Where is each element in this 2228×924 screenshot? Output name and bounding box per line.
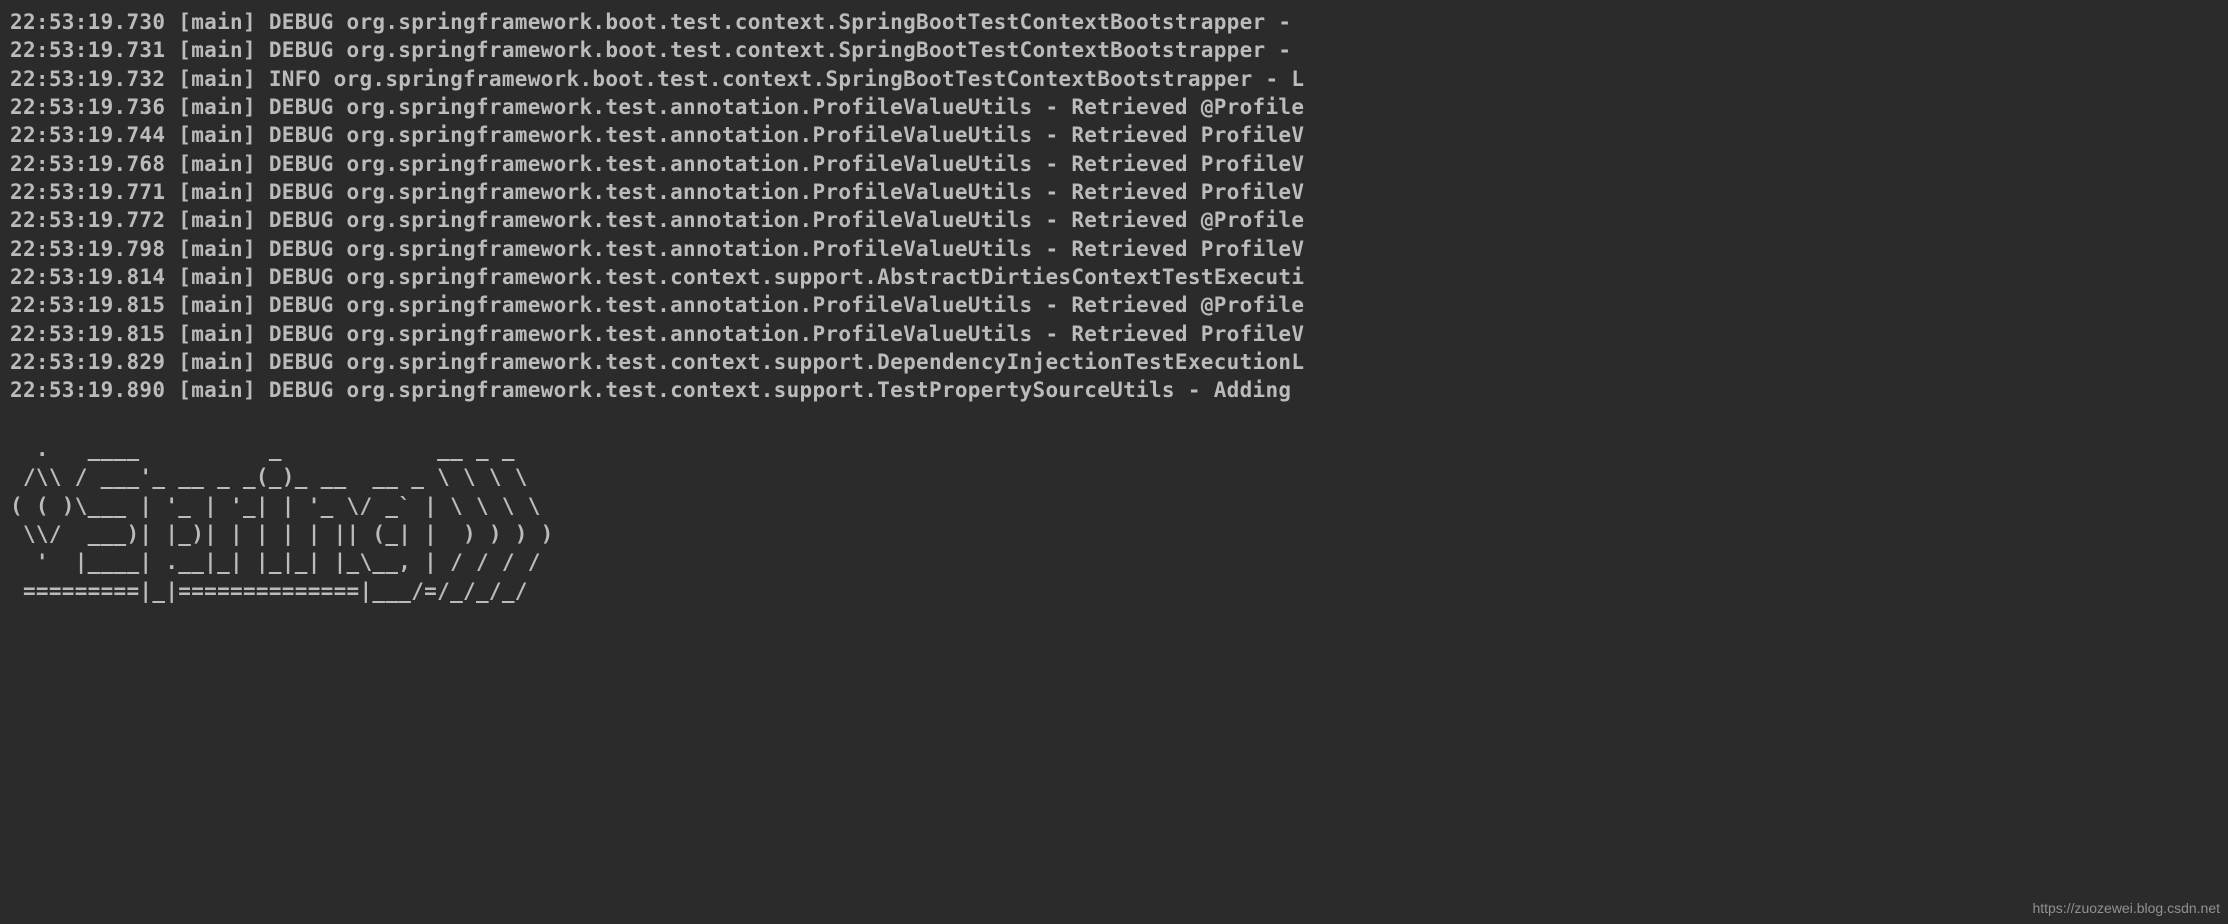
log-line: 22:53:19.890 [main] DEBUG org.springfram… — [10, 376, 2218, 404]
log-line: 22:53:19.814 [main] DEBUG org.springfram… — [10, 263, 2218, 291]
watermark-url: https://zuozewei.blog.csdn.net — [2032, 899, 2220, 918]
spring-boot-banner: . ____ _ __ _ _ /\\ / ___'_ __ _ _(_)_ _… — [10, 435, 2218, 605]
log-line: 22:53:19.798 [main] DEBUG org.springfram… — [10, 235, 2218, 263]
log-line: 22:53:19.731 [main] DEBUG org.springfram… — [10, 36, 2218, 64]
log-line: 22:53:19.744 [main] DEBUG org.springfram… — [10, 121, 2218, 149]
log-line: 22:53:19.730 [main] DEBUG org.springfram… — [10, 8, 2218, 36]
log-line: 22:53:19.771 [main] DEBUG org.springfram… — [10, 178, 2218, 206]
log-line: 22:53:19.772 [main] DEBUG org.springfram… — [10, 206, 2218, 234]
console-log-output: 22:53:19.730 [main] DEBUG org.springfram… — [10, 8, 2218, 405]
log-line: 22:53:19.815 [main] DEBUG org.springfram… — [10, 320, 2218, 348]
log-line: 22:53:19.736 [main] DEBUG org.springfram… — [10, 93, 2218, 121]
log-line: 22:53:19.815 [main] DEBUG org.springfram… — [10, 291, 2218, 319]
log-line: 22:53:19.768 [main] DEBUG org.springfram… — [10, 150, 2218, 178]
log-line: 22:53:19.829 [main] DEBUG org.springfram… — [10, 348, 2218, 376]
log-line: 22:53:19.732 [main] INFO org.springframe… — [10, 65, 2218, 93]
